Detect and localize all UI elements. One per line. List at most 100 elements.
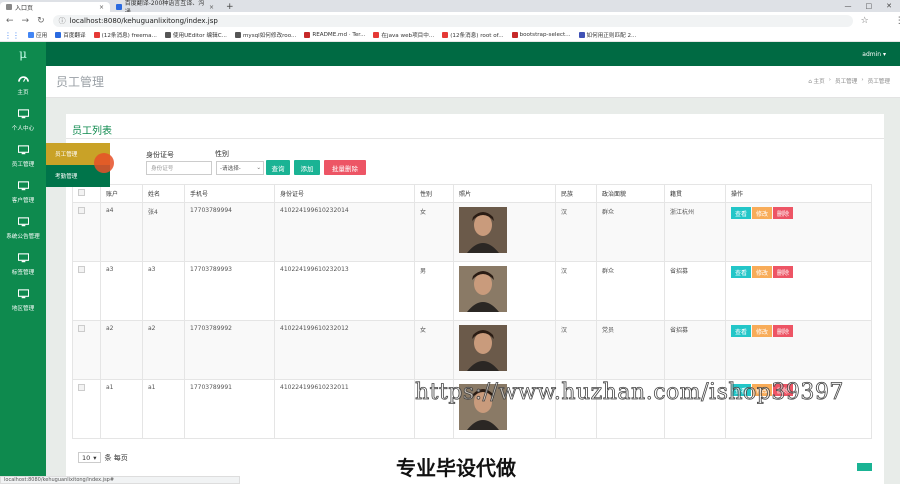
watermark-text: https://www.huzhan.com/ishop39397 — [415, 380, 844, 406]
bookmark-label: (12条消息) freema... — [101, 33, 157, 39]
monitor-icon — [17, 252, 29, 265]
maximize-icon[interactable]: □ — [866, 2, 873, 10]
batch-delete-button[interactable]: 批量删除 — [324, 160, 366, 175]
breadcrumb-item[interactable]: 员工管理 — [835, 77, 857, 85]
scroll-to-top-button[interactable] — [857, 463, 872, 471]
new-tab-icon[interactable]: + — [226, 2, 234, 12]
close-icon[interactable]: × — [99, 4, 104, 11]
url-field[interactable]: ⓘ localhost:8080/kehuguanlixitong/index.… — [52, 14, 853, 27]
forward-icon[interactable]: → — [22, 16, 30, 26]
cell-idcard: 410224199610232012 — [274, 320, 415, 380]
bookmark-favicon-icon — [93, 32, 100, 38]
row-checkbox[interactable] — [78, 325, 85, 332]
sidebar-item-0[interactable]: 主页 — [0, 66, 46, 102]
select-all-checkbox[interactable] — [78, 189, 85, 196]
cell-phone: 17703789992 — [184, 320, 275, 380]
menu-icon[interactable]: ⋮ — [895, 16, 900, 26]
bookmark-item[interactable]: bootstrap-select... — [511, 32, 571, 38]
delete-button[interactable]: 删除 — [773, 207, 794, 219]
view-button[interactable]: 查看 — [731, 325, 752, 337]
monitor-icon — [17, 288, 29, 301]
cell-actions: 查看 修改 删除 — [725, 202, 872, 262]
delete-button[interactable]: 删除 — [773, 266, 794, 278]
row-checkbox[interactable] — [78, 266, 85, 273]
bookmark-item[interactable]: 在java web项目中... — [373, 31, 434, 39]
dashboard-icon — [17, 73, 29, 85]
bookmark-label: (12条消息) root of... — [450, 33, 504, 39]
browser-tab-1[interactable]: 入口页 × — [0, 2, 110, 12]
col-photo: 照片 — [453, 184, 556, 203]
cell-origin: 浙江杭州 — [664, 202, 726, 262]
sidebar-item-1[interactable]: 个人中心 — [0, 102, 46, 138]
gender-select[interactable]: -请选择- ⌄ — [216, 161, 264, 175]
delete-button[interactable]: 删除 — [773, 325, 794, 337]
app-logo: μ — [19, 47, 27, 61]
monitor-icon — [17, 108, 29, 121]
breadcrumb: ⌂ 主页 › 员工管理 › 员工管理 — [808, 77, 890, 85]
user-menu[interactable]: admin ▾ — [862, 51, 886, 58]
bookmark-item[interactable]: 使用UEditor 编辑C... — [164, 31, 227, 39]
search-button[interactable]: 查询 — [266, 160, 290, 175]
cell-nation: 汉 — [555, 320, 597, 380]
view-button[interactable]: 查看 — [731, 266, 752, 278]
monitor-icon — [17, 180, 29, 193]
browser-tab-2[interactable]: 百度翻译-200种语言互译、沟通 × — [110, 0, 220, 16]
col-nation: 民族 — [555, 184, 597, 203]
back-icon[interactable]: ← — [6, 16, 14, 26]
bookmark-item[interactable]: 应用 — [28, 31, 47, 39]
bookmark-favicon-icon — [164, 32, 171, 38]
cell-phone: 17703789991 — [184, 379, 275, 439]
table-row: a2 a2 17703789992 410224199610232012 女汉党员 省招募… — [72, 320, 872, 380]
monitor-icon — [17, 144, 29, 157]
gender-label: 性别 — [215, 150, 229, 158]
chevron-down-icon: ▾ — [93, 453, 97, 462]
browser-tab-bar: 入口页 × 百度翻译-200种语言互译、沟通 × + — □ ✕ — [0, 0, 900, 16]
reload-icon[interactable]: ↻ — [37, 16, 45, 26]
edit-button[interactable]: 修改 — [752, 207, 773, 219]
sidebar-item-6[interactable]: 地区管理 — [0, 282, 46, 318]
page-size-select[interactable]: 10 ▾ — [78, 452, 101, 463]
table-row: a4 张4 17703789994 410224199610232014 女 汉群众 浙江杭… — [72, 202, 872, 262]
row-checkbox[interactable] — [78, 207, 85, 214]
monitor-icon — [17, 216, 29, 229]
row-select-cell — [72, 261, 101, 321]
sidebar-item-3[interactable]: 客户管理 — [0, 174, 46, 210]
bookmark-item[interactable]: (12条消息) freema... — [93, 31, 157, 39]
row-select-cell — [72, 202, 101, 262]
col-politics: 政治面貌 — [596, 184, 665, 203]
idcard-label: 身份证号 — [146, 151, 174, 159]
close-window-icon[interactable]: ✕ — [886, 2, 892, 10]
add-button[interactable]: 添加 — [294, 160, 320, 175]
apps-grid-icon[interactable]: ⋮⋮ — [4, 31, 20, 40]
bookmark-star-icon[interactable]: ☆ — [861, 16, 869, 26]
cell-idcard: 410224199610232013 — [274, 261, 415, 321]
close-icon[interactable]: × — [209, 4, 214, 11]
click-highlight — [94, 153, 114, 173]
cell-nation: 汉 — [555, 261, 597, 321]
edit-button[interactable]: 修改 — [752, 325, 773, 337]
bookmark-item[interactable]: README.md · Ter... — [304, 32, 365, 38]
sidebar-item-2[interactable]: 员工管理 — [0, 138, 46, 174]
edit-button[interactable]: 修改 — [752, 266, 773, 278]
sidebar-item-4[interactable]: 系统公告管理 — [0, 210, 46, 246]
cell-politics: 党员 — [596, 320, 665, 380]
cell-phone: 17703789994 — [184, 202, 275, 262]
main-content: 员工管理 ⌂ 主页 › 员工管理 › 员工管理 员工列表 身份证号 身份证号 性别 -请… — [46, 66, 900, 484]
sidebar-item-label: 地区管理 — [11, 305, 35, 312]
row-checkbox[interactable] — [78, 384, 85, 391]
info-icon: ⓘ — [58, 16, 66, 25]
bookmark-favicon-icon — [55, 32, 62, 38]
bookmark-item[interactable]: 如何用正则匹配 2... — [578, 31, 636, 39]
breadcrumb-item[interactable]: ⌂ 主页 — [808, 77, 825, 85]
idcard-input[interactable]: 身份证号 — [146, 161, 212, 175]
tab-label: 入口页 — [15, 4, 34, 12]
bookmark-favicon-icon — [578, 32, 585, 38]
sidebar-item-5[interactable]: 标签管理 — [0, 246, 46, 282]
minimize-icon[interactable]: — — [845, 2, 852, 10]
view-button[interactable]: 查看 — [731, 207, 752, 219]
row-select-cell — [72, 379, 101, 439]
bookmark-item[interactable]: 百度翻译 — [55, 31, 86, 39]
bookmark-item[interactable]: mysql如何修改roo... — [234, 31, 296, 39]
breadcrumb-item[interactable]: 员工管理 — [868, 77, 890, 85]
bookmark-item[interactable]: (12条消息) root of... — [442, 31, 504, 39]
